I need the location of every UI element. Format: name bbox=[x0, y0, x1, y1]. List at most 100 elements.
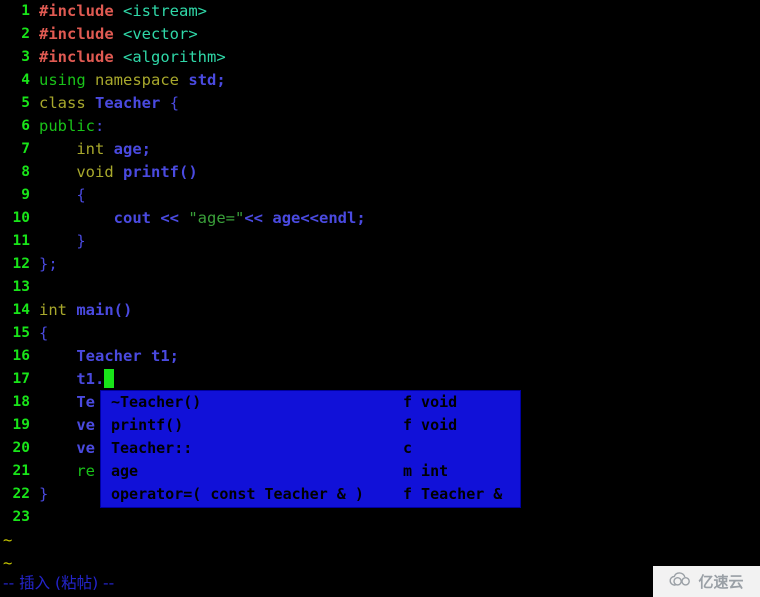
watermark: 亿速云 bbox=[653, 566, 760, 597]
completion-item-name: operator=( const Teacher & ) bbox=[111, 485, 364, 503]
text-cursor bbox=[104, 369, 115, 388]
completion-item-kind: m int bbox=[403, 462, 449, 480]
code-token: age; bbox=[113, 140, 151, 158]
code-token: { bbox=[39, 324, 49, 342]
line-number: 2 bbox=[21, 26, 30, 42]
code-token: t1. bbox=[76, 370, 105, 388]
line-text: class Teacher { bbox=[30, 92, 179, 115]
code-token: int bbox=[76, 140, 105, 158]
line-text: ve bbox=[30, 437, 95, 460]
code-token: using bbox=[39, 71, 86, 89]
vim-status-line: -- 插入 (粘帖) -- bbox=[3, 574, 115, 592]
code-line[interactable]: 13 bbox=[0, 276, 760, 299]
completion-item-kind: f void bbox=[403, 393, 458, 411]
line-text: }; bbox=[30, 253, 58, 276]
line-number: 8 bbox=[21, 164, 30, 180]
code-line[interactable]: 11 } bbox=[0, 230, 760, 253]
code-line[interactable]: 14 int main() bbox=[0, 299, 760, 322]
code-line[interactable]: 7 int age; bbox=[0, 138, 760, 161]
code-line[interactable]: 10 cout << "age="<< age<<endl; bbox=[0, 207, 760, 230]
line-number: 9 bbox=[21, 187, 30, 203]
completion-item[interactable]: ~Teacher() f void bbox=[101, 391, 520, 414]
completion-item[interactable]: printf() f void bbox=[101, 414, 520, 437]
code-line[interactable]: 12}; bbox=[0, 253, 760, 276]
line-number: 10 bbox=[12, 210, 30, 226]
line-number: 14 bbox=[12, 302, 30, 318]
code-token: << bbox=[160, 209, 179, 227]
code-line[interactable]: 23 bbox=[0, 506, 760, 529]
code-line[interactable]: 4 using namespace std; bbox=[0, 69, 760, 92]
code-token: : bbox=[95, 117, 105, 135]
completion-item[interactable]: operator=( const Teacher & ) f Teacher & bbox=[101, 483, 520, 506]
code-token: #include bbox=[39, 25, 114, 43]
line-text: Te bbox=[30, 391, 95, 414]
line-text: #include <algorithm> bbox=[30, 46, 226, 69]
code-line[interactable]: 17 t1. bbox=[0, 368, 760, 391]
code-token: namespace bbox=[95, 71, 180, 89]
line-text: t1. bbox=[30, 368, 115, 391]
code-token: main() bbox=[76, 301, 133, 319]
code-token: ve bbox=[76, 416, 95, 434]
line-text: public: bbox=[30, 115, 104, 138]
line-text: } bbox=[30, 483, 48, 506]
line-text: ve bbox=[30, 414, 95, 437]
code-token: <algorithm> bbox=[123, 48, 226, 66]
code-token: ve bbox=[76, 439, 95, 457]
code-line[interactable]: 3 #include <algorithm> bbox=[0, 46, 760, 69]
completion-item[interactable]: Teacher:: c bbox=[101, 437, 520, 460]
code-token: cout bbox=[113, 209, 151, 227]
completion-item-name: Teacher:: bbox=[111, 439, 193, 457]
code-line[interactable]: 1 #include <istream> bbox=[0, 0, 760, 23]
code-token: } bbox=[76, 232, 86, 250]
line-number: 5 bbox=[21, 95, 30, 111]
completion-item-kind: f Teacher & bbox=[403, 485, 503, 503]
code-line[interactable]: 8 void printf() bbox=[0, 161, 760, 184]
line-number: 20 bbox=[12, 440, 30, 456]
code-line[interactable]: 5 class Teacher { bbox=[0, 92, 760, 115]
code-token: re bbox=[76, 462, 95, 480]
completion-item-kind: f void bbox=[403, 416, 458, 434]
code-token: { bbox=[169, 94, 180, 112]
completion-popup[interactable]: ~Teacher() f void printf() f void Teacher:: c… bbox=[100, 390, 521, 508]
code-line[interactable]: 16 Teacher t1; bbox=[0, 345, 760, 368]
code-token: Teacher bbox=[95, 94, 161, 112]
line-text: using namespace std; bbox=[30, 69, 226, 92]
code-token: #include bbox=[39, 2, 114, 20]
code-line[interactable]: 9 { bbox=[0, 184, 760, 207]
code-token: <istream> bbox=[123, 2, 207, 20]
code-token: age<<endl; bbox=[272, 209, 366, 227]
code-line[interactable]: 2 #include <vector> bbox=[0, 23, 760, 46]
code-token: void bbox=[76, 163, 114, 181]
code-line[interactable]: 6 public: bbox=[0, 115, 760, 138]
line-text: void printf() bbox=[30, 161, 198, 184]
line-text: } bbox=[30, 230, 86, 253]
code-token: printf() bbox=[123, 163, 198, 181]
line-number: 15 bbox=[12, 325, 30, 341]
line-text: #include <istream> bbox=[30, 0, 207, 23]
empty-line-marker: ~ bbox=[3, 531, 13, 549]
code-line[interactable]: 15 { bbox=[0, 322, 760, 345]
completion-item[interactable]: age m int bbox=[101, 460, 520, 483]
code-token: <vector> bbox=[123, 25, 198, 43]
cloud-icon bbox=[669, 571, 695, 592]
line-number: 22 bbox=[12, 486, 30, 502]
line-text: re bbox=[30, 460, 95, 483]
code-token: }; bbox=[39, 255, 58, 273]
